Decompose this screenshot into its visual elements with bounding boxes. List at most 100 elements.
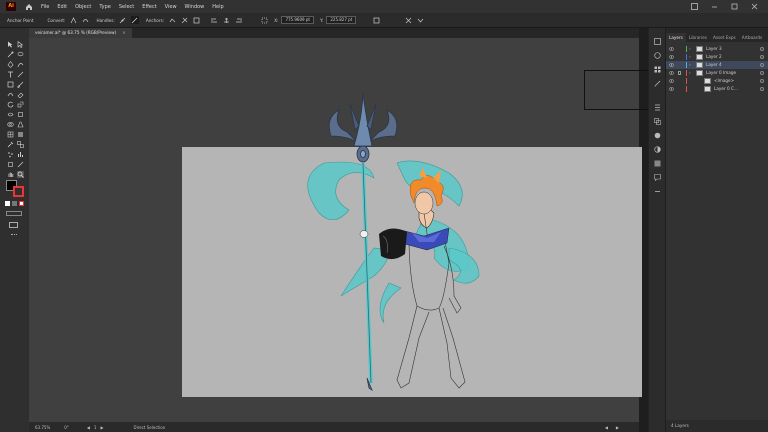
close-tab-icon[interactable]: × xyxy=(122,28,126,38)
menu-effect[interactable]: Effect xyxy=(142,4,156,10)
visibility-eye-icon[interactable] xyxy=(669,79,674,83)
blend-tool-icon[interactable] xyxy=(17,141,24,148)
paintbrush-tool-icon[interactable] xyxy=(17,81,24,88)
selection-tool-icon[interactable] xyxy=(7,41,14,48)
convert-corner-icon[interactable] xyxy=(69,16,77,24)
eraser-tool-icon[interactable] xyxy=(17,91,24,98)
menu-window[interactable]: Window xyxy=(185,4,205,10)
draw-mode-icon[interactable] xyxy=(6,211,22,216)
layer-row[interactable]: › Layer 0 Image xyxy=(666,69,768,77)
align-icon[interactable] xyxy=(654,104,661,111)
expand-chevron-icon[interactable]: › xyxy=(689,61,691,69)
tab-libraries[interactable]: Libraries xyxy=(686,33,710,42)
menu-type[interactable]: Type xyxy=(99,4,110,10)
artboard-tool-icon[interactable] xyxy=(7,161,14,168)
rotate-tool-icon[interactable] xyxy=(7,101,14,108)
menu-object[interactable]: Object xyxy=(75,4,91,10)
y-coordinate-field[interactable]: 225.827 pt xyxy=(326,16,357,24)
rotation-value[interactable]: 0° xyxy=(64,425,69,430)
shape-builder-tool-icon[interactable] xyxy=(7,121,14,128)
transparency-icon[interactable] xyxy=(654,146,661,153)
menu-help[interactable]: Help xyxy=(212,4,223,10)
scale-tool-icon[interactable] xyxy=(17,101,24,108)
close-icon[interactable] xyxy=(751,3,758,10)
none-mode-icon[interactable] xyxy=(19,201,24,206)
type-tool-icon[interactable] xyxy=(7,71,14,78)
width-tool-icon[interactable] xyxy=(7,111,14,118)
x-coordinate-field[interactable]: 775.9609 pt xyxy=(281,16,314,24)
swatches-icon[interactable] xyxy=(654,66,661,73)
comments-icon[interactable] xyxy=(654,174,661,181)
scroll-right-icon[interactable]: ▶ xyxy=(616,425,619,430)
scroll-left-icon[interactable]: ◀ xyxy=(605,425,608,430)
graphic-styles-icon[interactable] xyxy=(654,160,661,167)
gradient-mode-icon[interactable] xyxy=(12,201,17,206)
lock-icon[interactable] xyxy=(678,71,681,75)
arrange-icon[interactable] xyxy=(691,3,698,10)
align-center-icon[interactable] xyxy=(222,16,230,24)
expand-chevron-icon[interactable]: › xyxy=(689,53,691,61)
edit-toolbar-icon[interactable] xyxy=(11,234,17,236)
layer-row[interactable]: Layer 0 C... xyxy=(666,85,768,93)
layer-row[interactable]: › Layer 4 xyxy=(666,61,768,69)
color-icon[interactable] xyxy=(654,52,661,59)
layer-row[interactable]: › Layer 3 xyxy=(666,45,768,53)
lasso-tool-icon[interactable] xyxy=(17,51,24,58)
align-right-icon[interactable] xyxy=(234,16,242,24)
canvas-workspace[interactable] xyxy=(29,38,674,422)
menu-view[interactable]: View xyxy=(165,4,177,10)
symbol-sprayer-tool-icon[interactable] xyxy=(7,151,14,158)
convert-smooth-icon[interactable] xyxy=(81,16,89,24)
cut-path-icon[interactable] xyxy=(180,16,188,24)
appearance-icon[interactable] xyxy=(654,132,661,139)
color-mode-icon[interactable] xyxy=(5,201,10,206)
character-illustration[interactable] xyxy=(29,38,639,422)
menu-select[interactable]: Select xyxy=(119,4,134,10)
transform-icon[interactable] xyxy=(260,16,268,24)
expand-icon[interactable] xyxy=(404,16,412,24)
zoom-tool-icon[interactable] xyxy=(17,171,24,178)
visibility-eye-icon[interactable] xyxy=(669,87,674,91)
isolate-icon[interactable] xyxy=(192,16,200,24)
links-icon[interactable] xyxy=(654,188,661,195)
brushes-icon[interactable] xyxy=(654,80,661,87)
align-left-icon[interactable] xyxy=(210,16,218,24)
hand-tool-icon[interactable] xyxy=(7,171,14,178)
handles-hide-icon[interactable] xyxy=(130,16,139,24)
remove-anchor-icon[interactable] xyxy=(168,16,176,24)
more-options-icon[interactable] xyxy=(416,16,424,24)
target-circle-icon[interactable] xyxy=(760,47,764,51)
column-graph-tool-icon[interactable] xyxy=(17,151,24,158)
curvature-tool-icon[interactable] xyxy=(17,61,24,68)
pen-tool-icon[interactable] xyxy=(7,61,14,68)
next-artboard-icon[interactable]: ▶ xyxy=(100,425,103,430)
properties-icon[interactable] xyxy=(654,38,661,45)
target-circle-icon[interactable] xyxy=(760,79,764,83)
free-transform-tool-icon[interactable] xyxy=(17,111,24,118)
minimize-icon[interactable] xyxy=(711,3,718,10)
screen-mode-icon[interactable] xyxy=(9,222,18,228)
shaper-tool-icon[interactable] xyxy=(7,91,14,98)
expand-chevron-icon[interactable]: › xyxy=(689,69,691,77)
handles-show-icon[interactable] xyxy=(119,16,127,24)
visibility-eye-icon[interactable] xyxy=(669,55,674,59)
menu-file[interactable]: File xyxy=(41,4,49,10)
visibility-eye-icon[interactable] xyxy=(669,63,674,67)
menu-edit[interactable]: Edit xyxy=(57,4,67,10)
slice-tool-icon[interactable] xyxy=(17,161,24,168)
direct-selection-tool-icon[interactable] xyxy=(17,41,24,48)
layer-row[interactable]: <Image> xyxy=(666,77,768,85)
visibility-eye-icon[interactable] xyxy=(669,71,674,75)
pathfinder-icon[interactable] xyxy=(654,118,661,125)
visibility-eye-icon[interactable] xyxy=(669,47,674,51)
rectangle-tool-icon[interactable] xyxy=(7,81,14,88)
tab-artboards[interactable]: Artboards xyxy=(739,33,766,42)
perspective-grid-tool-icon[interactable] xyxy=(17,121,24,128)
tab-asset-export[interactable]: Asset Exps xyxy=(710,33,739,42)
target-circle-icon[interactable] xyxy=(760,55,764,59)
artboard-number[interactable]: 1 xyxy=(94,425,97,430)
eyedropper-tool-icon[interactable] xyxy=(7,141,14,148)
expand-chevron-icon[interactable]: › xyxy=(689,45,691,53)
prev-artboard-icon[interactable]: ◀ xyxy=(87,425,90,430)
gradient-tool-icon[interactable] xyxy=(17,131,24,138)
